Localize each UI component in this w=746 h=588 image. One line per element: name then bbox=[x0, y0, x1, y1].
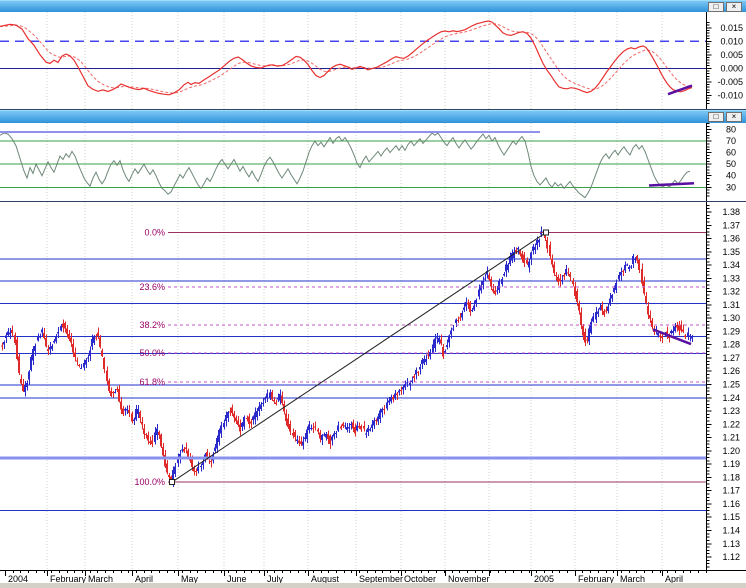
fib-label: 100.0% bbox=[134, 477, 165, 487]
axis-label: 30 bbox=[726, 182, 736, 192]
macd-panel-titlebar[interactable]: □ × bbox=[0, 0, 746, 12]
axis-label: 1.31 bbox=[722, 300, 740, 310]
month-gridlines bbox=[46, 12, 663, 109]
axis-label: 1.13 bbox=[722, 539, 740, 549]
axis-label: October bbox=[404, 574, 436, 584]
axis-label: 1.16 bbox=[722, 499, 740, 509]
axis-label: 1.33 bbox=[722, 273, 740, 283]
status-strip bbox=[0, 583, 746, 588]
time-axis-labels: 2004 February March April May June July August S… bbox=[8, 574, 683, 584]
axis-label: 2004 bbox=[8, 574, 28, 584]
chart-window: □ × 0.015 0.010 0.005 0.000 -0.005 -0.010 □ ×… bbox=[0, 0, 746, 588]
axis-label: August bbox=[311, 574, 340, 584]
axis-label: 0.005 bbox=[720, 50, 743, 60]
axis-label: 1.23 bbox=[722, 406, 740, 416]
axis-label: 1.27 bbox=[722, 353, 740, 363]
axis-label: 1.12 bbox=[722, 552, 740, 562]
macd-signal-line bbox=[0, 23, 693, 94]
axis-label: February bbox=[50, 574, 87, 584]
main-chart-plot[interactable]: 0.0%23.6%38.2%50.0%61.8%100.0%1.381.371.… bbox=[0, 202, 746, 570]
candlestick-series bbox=[1, 226, 693, 488]
axis-label: -0.005 bbox=[717, 77, 743, 87]
macd-line bbox=[0, 20, 693, 96]
axis-label: March bbox=[620, 574, 645, 584]
trendline[interactable] bbox=[169, 229, 549, 486]
axis-label: 1.17 bbox=[722, 486, 740, 496]
fib-label: 61.8% bbox=[139, 377, 165, 387]
fib-label: 0.0% bbox=[144, 228, 165, 238]
axis-label: April bbox=[135, 574, 153, 584]
axis-label: 70 bbox=[726, 136, 736, 146]
axis-label: 1.26 bbox=[722, 366, 740, 376]
price-axis: 1.38 1.37 1.36 1.35 1.34 1.33 1.32 1.31 1.30 1.29… bbox=[706, 202, 740, 570]
axis-label: 1.25 bbox=[722, 380, 740, 390]
time-axis: 2004 February March April May June July August S… bbox=[0, 570, 746, 588]
axis-label: 60 bbox=[726, 148, 736, 158]
axis-label: 1.32 bbox=[722, 287, 740, 297]
axis-label: 1.38 bbox=[722, 207, 740, 217]
macd-value-axis: 0.015 0.010 0.005 0.000 -0.005 -0.010 bbox=[706, 12, 743, 109]
axis-label: July bbox=[267, 574, 284, 584]
axis-label: May bbox=[181, 574, 199, 584]
axis-label: 0.000 bbox=[720, 63, 743, 73]
macd-panel-plot[interactable]: 0.015 0.010 0.005 0.000 -0.005 -0.010 bbox=[0, 12, 746, 110]
axis-label: 1.30 bbox=[722, 313, 740, 323]
macd-level-lines[interactable] bbox=[0, 40, 706, 69]
rsi-panel-titlebar[interactable]: □ × bbox=[0, 110, 746, 123]
axis-label: 2005 bbox=[534, 574, 554, 584]
axis-label: 1.37 bbox=[722, 220, 740, 230]
trendline-anchor[interactable] bbox=[543, 229, 549, 236]
fib-label: 23.6% bbox=[139, 282, 165, 292]
horizontal-levels[interactable] bbox=[0, 258, 706, 512]
axis-label: 1.20 bbox=[722, 446, 740, 456]
rsi-trend-segment[interactable] bbox=[648, 181, 695, 187]
close-icon[interactable]: × bbox=[726, 2, 742, 12]
axis-label: 0.015 bbox=[720, 23, 743, 33]
axis-label: November bbox=[448, 574, 490, 584]
axis-label: 80 bbox=[726, 125, 736, 135]
axis-label: 1.28 bbox=[722, 340, 740, 350]
axis-label: 1.29 bbox=[722, 326, 740, 336]
axis-label: February bbox=[578, 574, 615, 584]
trendline-anchor[interactable] bbox=[169, 479, 175, 486]
axis-label: 1.21 bbox=[722, 433, 740, 443]
axis-label: September bbox=[359, 574, 403, 584]
month-gridlines bbox=[46, 123, 663, 201]
maximize-icon[interactable]: □ bbox=[708, 2, 724, 12]
axis-label: 50 bbox=[726, 159, 736, 169]
rsi-panel-plot[interactable]: 8070 6050 4030 bbox=[0, 123, 746, 202]
axis-label: 1.14 bbox=[722, 525, 740, 535]
close-icon[interactable]: × bbox=[726, 112, 742, 122]
macd-trend-segment[interactable] bbox=[667, 84, 693, 96]
axis-label: 1.18 bbox=[722, 472, 740, 482]
rsi-value-axis: 8070 6050 4030 bbox=[706, 123, 736, 201]
axis-label: 1.34 bbox=[722, 260, 740, 270]
axis-label: March bbox=[88, 574, 113, 584]
axis-label: 40 bbox=[726, 171, 736, 181]
axis-label: 1.35 bbox=[722, 247, 740, 257]
fib-label: 38.2% bbox=[139, 320, 165, 330]
axis-label: June bbox=[227, 574, 247, 584]
rsi-line bbox=[0, 132, 691, 199]
axis-label: April bbox=[665, 574, 683, 584]
axis-label: 1.36 bbox=[722, 234, 740, 244]
axis-label: 1.22 bbox=[722, 419, 740, 429]
axis-label: 1.24 bbox=[722, 393, 740, 403]
axis-label: 1.19 bbox=[722, 459, 740, 469]
axis-label: 0.010 bbox=[720, 36, 743, 46]
fib-label: 50.0% bbox=[139, 348, 165, 358]
maximize-icon[interactable]: □ bbox=[708, 112, 724, 122]
fib-retracement[interactable]: 0.0% 23.6% 38.2% 50.0% 61.8% 100.0% bbox=[134, 228, 706, 487]
axis-label: 1.15 bbox=[722, 512, 740, 522]
axis-label: -0.010 bbox=[717, 90, 743, 100]
